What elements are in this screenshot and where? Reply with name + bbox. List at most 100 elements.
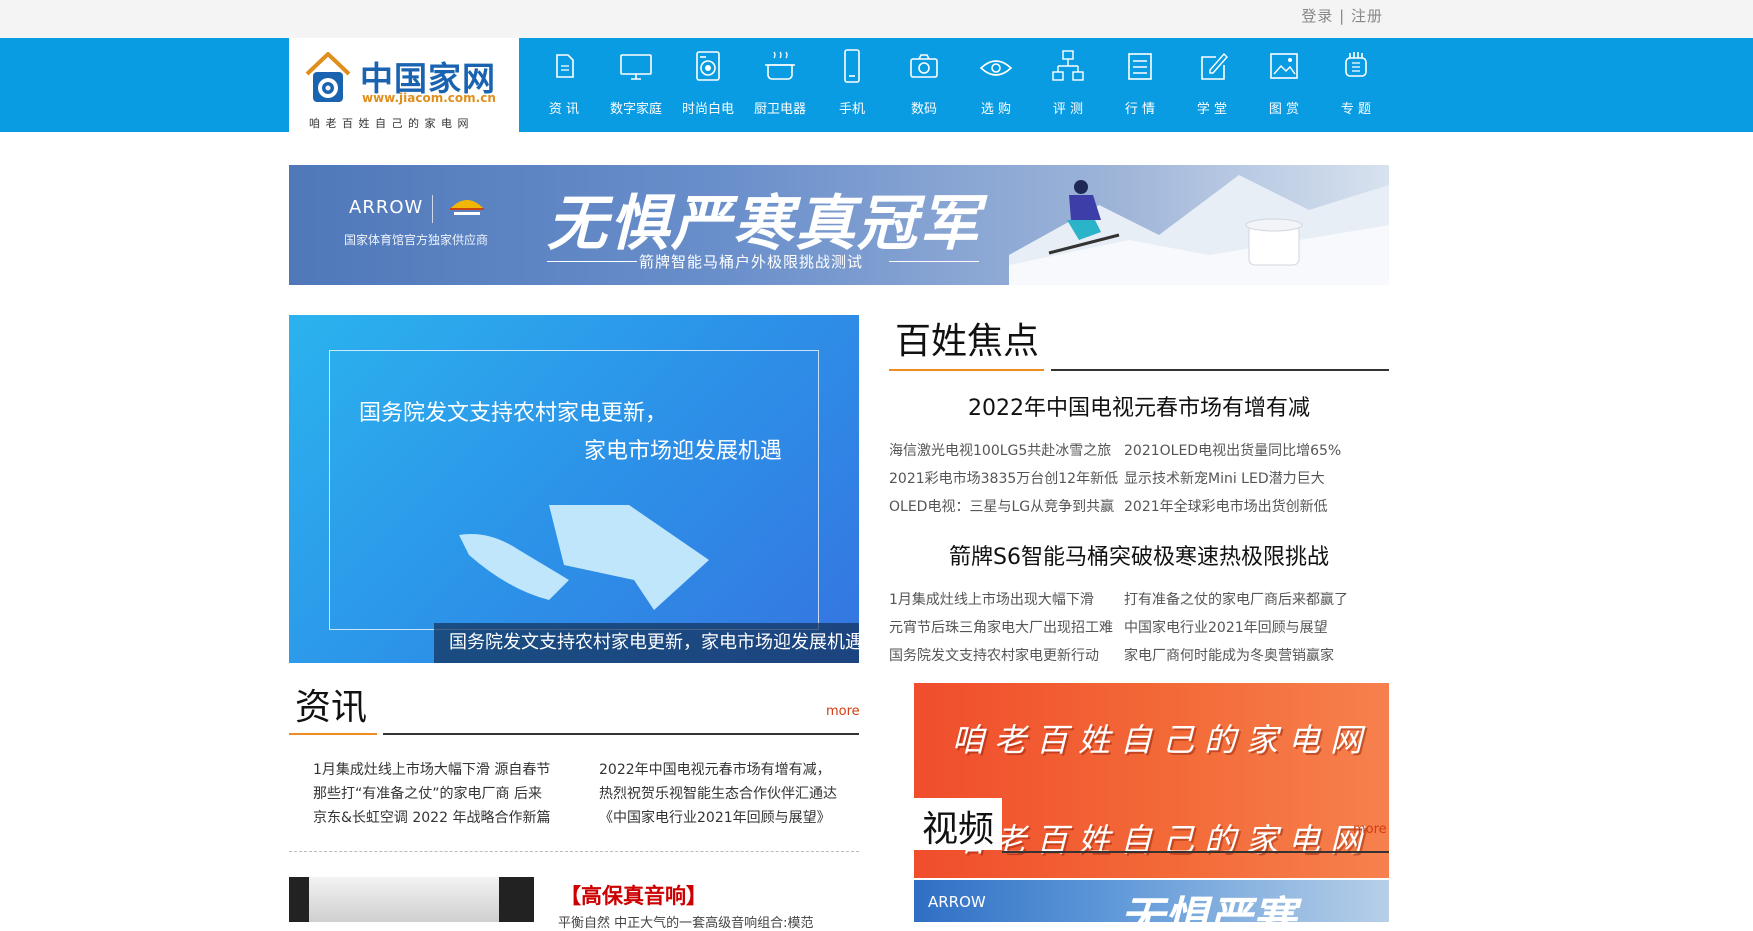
- news-underline-orange: [289, 733, 377, 735]
- link-separator: |: [1339, 7, 1346, 25]
- focus-row: 1月集成灶线上市场出现大幅下滑 打有准备之仗的家电厂商后来都赢了: [889, 586, 1359, 614]
- focus-headline-1[interactable]: 2022年中国电视元春市场有增有减: [889, 390, 1389, 422]
- nav-item-buying[interactable]: 选 购: [960, 38, 1032, 132]
- nav-label: 学 堂: [1196, 102, 1228, 117]
- focus-link[interactable]: 1月集成灶线上市场出现大幅下滑: [889, 586, 1124, 614]
- site-logo[interactable]: 中国家网 www.jiacom.com.cn 咱老百姓自己的家电网: [289, 38, 519, 132]
- monitor-icon: [620, 54, 652, 80]
- banner-brand: ARROW: [349, 197, 424, 218]
- slogan-text-1: 咱老百姓自己的家电网: [952, 721, 1373, 759]
- focus-list-1: 海信激光电视100LG5共赴冰雪之旅 2021OLED电视出货量同比增65% 2…: [889, 437, 1359, 521]
- news-more-link[interactable]: more: [826, 704, 860, 719]
- focus-link[interactable]: OLED电视：三星与LG从竞争到共赢: [889, 493, 1124, 521]
- audio-title[interactable]: 【高保真音响】: [560, 880, 707, 910]
- news-row: 京东&长虹空调 2022 年战略合作新篇 《中国家电行业2021年回顾与展望》: [313, 806, 858, 830]
- slogan-text-2: 咱老百姓自己的家电网: [952, 821, 1373, 859]
- nav-item-market[interactable]: 行 情: [1104, 38, 1176, 132]
- nav-label: 厨卫电器: [753, 102, 806, 117]
- video-section-tab: 视频: [914, 798, 1002, 850]
- focus-title: 百姓焦点: [895, 321, 1040, 362]
- focus-link[interactable]: 国务院发文支持农村家电更新行动: [889, 642, 1124, 670]
- video-more-link[interactable]: more: [1353, 822, 1387, 837]
- house-logo-icon: [305, 52, 351, 102]
- nav-label: 选 购: [980, 102, 1012, 117]
- nav-label: 图 赏: [1268, 102, 1300, 117]
- washing-machine-icon: [696, 51, 720, 81]
- phone-icon: [844, 49, 860, 83]
- news-list: 1月集成灶线上市场大幅下滑 源自春节 2022年中国电视元春市场有增有减， 那些…: [313, 758, 858, 830]
- projection-screen-image: [309, 877, 499, 922]
- news-link[interactable]: 那些打“有准备之仗”的家电厂商 后来: [313, 782, 599, 806]
- focus-row: 国务院发文支持农村家电更新行动 家电厂商何时能成为冬奥营销赢家: [889, 642, 1359, 670]
- nav-item-white-goods[interactable]: 时尚白电: [672, 38, 744, 132]
- focus-link[interactable]: 显示技术新宠Mini LED潜力巨大: [1124, 465, 1359, 493]
- focus-link[interactable]: 家电厂商何时能成为冬奥营销赢家: [1124, 642, 1359, 670]
- camera-icon: [910, 54, 938, 78]
- logo-url: www.jiacom.com.cn: [362, 91, 496, 105]
- document-icon: [556, 54, 574, 78]
- news-link[interactable]: 热烈祝贺乐视智能生态合作伙伴汇通达: [599, 782, 837, 806]
- news-title: 资讯: [295, 687, 368, 728]
- nav-menu: 资 讯 数字家庭 时尚白电 厨卫电器 手机 数码 选 购 评 测 行 情 学 堂…: [528, 38, 1392, 132]
- arrow-ad2-title: 无惧严寒: [1120, 893, 1296, 922]
- news-link[interactable]: 2022年中国电视元春市场有增有减，: [599, 758, 831, 782]
- banner-line-right: [889, 261, 979, 262]
- news-link[interactable]: 《中国家电行业2021年回顾与展望》: [599, 806, 831, 830]
- nav-item-topics[interactable]: 专 题: [1320, 38, 1392, 132]
- audio-thumbnail[interactable]: [289, 877, 534, 922]
- hero-line-2: 家电市场迎发展机遇: [584, 439, 783, 464]
- login-link[interactable]: 登录: [1301, 7, 1333, 25]
- nav-label: 行 情: [1124, 102, 1156, 117]
- focus-row: OLED电视：三星与LG从竞争到共赢 2021年全球彩电市场出货创新低: [889, 493, 1359, 521]
- focus-row: 元宵节后珠三角家电大厂出现招工难 中国家电行业2021年回顾与展望: [889, 614, 1359, 642]
- cooking-pot-icon: [765, 51, 795, 80]
- focus-link[interactable]: 2021年全球彩电市场出货创新低: [1124, 493, 1359, 521]
- focus-headline-2[interactable]: 箭牌S6智能马桶突破极寒速热极限挑战: [889, 539, 1389, 571]
- logo-slogan: 咱老百姓自己的家电网: [309, 117, 474, 130]
- nav-item-gallery[interactable]: 图 赏: [1248, 38, 1320, 132]
- focus-link[interactable]: 2021彩电市场3835万台创12年新低: [889, 465, 1124, 493]
- banner-title: 无惧严寒真冠军: [547, 189, 981, 259]
- news-link[interactable]: 京东&长虹空调 2022 年战略合作新篇: [313, 806, 599, 830]
- stadium-badge-icon: [450, 200, 484, 215]
- network-icon: [1052, 50, 1084, 81]
- hero-feature[interactable]: 国务院发文支持农村家电更新， 家电市场迎发展机遇 国务院发文支持农村家电更新，家…: [289, 315, 859, 663]
- banner-tagline: 箭牌智能马桶户外极限挑战测试: [639, 253, 864, 271]
- nav-label: 数字家庭: [609, 102, 662, 117]
- news-link[interactable]: 1月集成灶线上市场大幅下滑 源自春节: [313, 758, 599, 782]
- edit-icon: [1201, 52, 1228, 80]
- focus-link[interactable]: 2021OLED电视出货量同比增65%: [1124, 437, 1359, 465]
- nav-label: 手机: [838, 102, 865, 117]
- focus-link[interactable]: 打有准备之仗的家电厂商后来都赢了: [1124, 586, 1359, 614]
- focus-link[interactable]: 海信激光电视100LG5共赴冰雪之旅: [889, 437, 1124, 465]
- focus-link[interactable]: 元宵节后珠三角家电大厂出现招工难: [889, 614, 1124, 642]
- nav-item-digital[interactable]: 数码: [888, 38, 960, 132]
- news-divider: [289, 851, 859, 852]
- top-utility-bar: 登录 | 注册: [0, 0, 1753, 38]
- nav-item-school[interactable]: 学 堂: [1176, 38, 1248, 132]
- hand-illustration-icon: [459, 505, 709, 610]
- hero-caption: 国务院发文支持农村家电更新，家电市场迎发展机遇: [434, 623, 859, 663]
- nav-label: 数码: [910, 102, 937, 117]
- image-icon: [1270, 53, 1298, 79]
- arrow-banner-ad[interactable]: ARROW 国家体育馆官方独家供应商 无惧严寒真冠军 箭牌智能马桶户外极限挑战测…: [289, 165, 1389, 285]
- nav-item-review[interactable]: 评 测: [1032, 38, 1104, 132]
- arrow-ad-secondary[interactable]: ARROW 无惧严寒: [914, 880, 1389, 922]
- hand-icon: [1345, 52, 1367, 77]
- news-underline-dark: [383, 733, 859, 735]
- hero-line-1: 国务院发文支持农村家电更新，: [359, 401, 668, 426]
- news-row: 那些打“有准备之仗”的家电厂商 后来 热烈祝贺乐视智能生态合作伙伴汇通达: [313, 782, 858, 806]
- banner-line-left: [547, 261, 637, 262]
- skier-mountain-image: [1009, 175, 1389, 285]
- nav-label: 评 测: [1052, 102, 1084, 117]
- list-icon: [1128, 53, 1152, 80]
- nav-item-phone[interactable]: 手机: [816, 38, 888, 132]
- nav-item-digital-home[interactable]: 数字家庭: [600, 38, 672, 132]
- nav-item-news[interactable]: 资 讯: [528, 38, 600, 132]
- focus-link[interactable]: 中国家电行业2021年回顾与展望: [1124, 614, 1359, 642]
- arrow-ad2-brand: ARROW: [928, 893, 986, 911]
- nav-item-kitchen[interactable]: 厨卫电器: [744, 38, 816, 132]
- register-link[interactable]: 注册: [1351, 7, 1383, 25]
- banner-divider: [432, 195, 433, 223]
- focus-underline-orange: [889, 369, 1044, 371]
